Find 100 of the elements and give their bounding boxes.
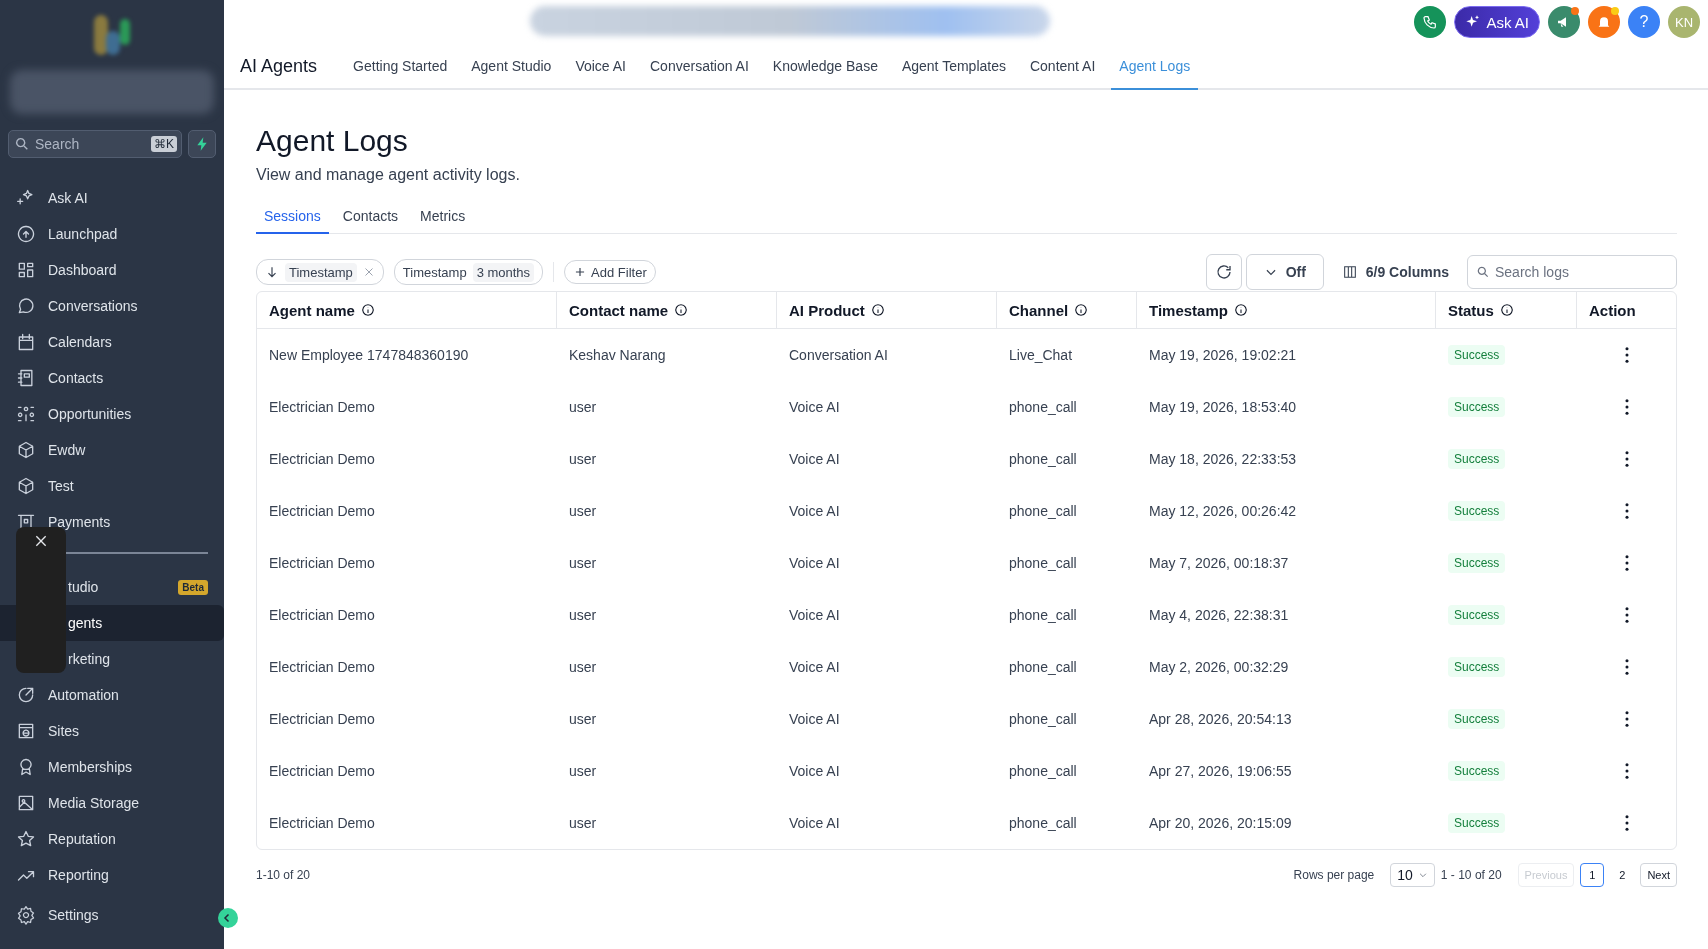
settings-item[interactable]: Settings: [0, 897, 202, 933]
column-header[interactable]: Timestamp: [1137, 292, 1436, 328]
timestamp-cell: May 19, 2026, 18:53:40: [1149, 399, 1297, 415]
sidebar-item[interactable]: rketing: [0, 641, 224, 677]
tab[interactable]: Metrics: [412, 202, 474, 234]
sidebar-item[interactable]: Calendars: [0, 324, 224, 360]
sidebar-item[interactable]: Test: [0, 468, 224, 504]
timestamp-cell: May 19, 2026, 19:02:21: [1149, 347, 1297, 363]
timestamp-cell: May 12, 2026, 00:26:42: [1149, 503, 1297, 519]
star-icon: [16, 829, 36, 849]
kebab-icon: [1623, 762, 1630, 780]
contact-name-cell: user: [569, 555, 597, 571]
sidebar-item[interactable]: Media Storage: [0, 785, 224, 821]
nav-tab[interactable]: Agent Logs: [1111, 44, 1199, 90]
column-header[interactable]: Status: [1436, 292, 1577, 328]
column-header[interactable]: AI Product: [777, 292, 997, 328]
notifications-button[interactable]: [1588, 6, 1620, 38]
sidebar-item[interactable]: Automation: [0, 677, 224, 713]
sort-chip[interactable]: Timestamp: [256, 259, 384, 285]
channel-cell: phone_call: [1009, 711, 1077, 727]
tab[interactable]: Contacts: [334, 202, 407, 234]
info-icon: [360, 303, 375, 317]
calendar-icon: [16, 332, 36, 352]
columns-icon: [1341, 264, 1358, 280]
kebab-icon: [1623, 606, 1630, 624]
bell-icon: [1596, 14, 1612, 30]
contact-book-icon: [16, 368, 36, 388]
nav-tab[interactable]: Conversation AI: [642, 44, 757, 90]
tab[interactable]: Sessions: [256, 202, 329, 234]
agent-name-cell: Electrician Demo: [269, 711, 375, 727]
ai-product-cell: Conversation AI: [789, 347, 888, 363]
sidebar-item[interactable]: Ask AI: [0, 180, 224, 216]
search-icon: [14, 136, 30, 152]
ai-product-cell: Voice AI: [789, 659, 840, 675]
notification-dot: [1611, 7, 1619, 15]
shortcut-key: ⌘K: [151, 136, 177, 152]
column-header[interactable]: Channel: [997, 292, 1137, 328]
column-header[interactable]: Action: [1577, 292, 1676, 328]
timestamp-cell: May 4, 2026, 22:38:31: [1149, 607, 1289, 623]
add-filter-button[interactable]: Add Filter: [564, 260, 656, 284]
sidebar-item[interactable]: Payments: [0, 504, 224, 540]
blurred-account-switcher[interactable]: [10, 70, 214, 114]
refresh-button[interactable]: [1205, 254, 1242, 290]
ask-ai-button[interactable]: Ask AI: [1454, 6, 1540, 38]
announcements-button[interactable]: [1548, 6, 1580, 38]
phone-icon: [1422, 14, 1439, 30]
close-icon[interactable]: [33, 533, 49, 549]
nav-tab[interactable]: Voice AI: [567, 44, 634, 90]
nav-tab[interactable]: Getting Started: [345, 44, 456, 90]
agent-name-cell: New Employee 1747848360190: [269, 347, 469, 363]
sidebar-item[interactable]: tudio Beta: [0, 569, 224, 605]
agent-name-cell: Electrician Demo: [269, 503, 375, 519]
nav-tab[interactable]: Agent Templates: [893, 44, 1014, 90]
agent-name-cell: Electrician Demo: [269, 815, 375, 831]
sidebar-item[interactable]: Memberships: [0, 749, 224, 785]
auto-refresh-dropdown[interactable]: Off: [1245, 254, 1324, 290]
collapse-button[interactable]: [218, 908, 238, 928]
nav-tab[interactable]: Knowledge Base: [764, 44, 886, 90]
timestamp-cell: May 18, 2026, 22:33:53: [1149, 451, 1297, 467]
column-header[interactable]: Agent name: [257, 292, 557, 328]
timestamp-cell: May 7, 2026, 00:18:37: [1149, 555, 1289, 571]
agent-name-cell: Electrician Demo: [269, 659, 375, 675]
status-badge: Success: [1448, 553, 1506, 573]
nav-tab[interactable]: Content AI: [1021, 44, 1104, 90]
sidebar-item[interactable]: Contacts: [0, 360, 224, 396]
timestamp-cell: Apr 27, 2026, 19:06:55: [1149, 763, 1292, 779]
ai-product-cell: Voice AI: [789, 763, 840, 779]
kebab-icon: [1623, 554, 1630, 572]
sidebar-item[interactable]: Sites: [0, 713, 224, 749]
next-button[interactable]: Next: [1640, 863, 1677, 887]
sidebar-item[interactable]: Ewdw: [0, 432, 224, 468]
status-badge: Success: [1448, 709, 1506, 729]
sidebar-item[interactable]: Reputation: [0, 821, 224, 857]
notification-dot: [1571, 7, 1579, 15]
page-button[interactable]: 1: [1580, 863, 1605, 887]
ai-product-cell: Voice AI: [789, 555, 840, 571]
cube-icon: [16, 476, 36, 496]
sidebar-item[interactable]: Launchpad: [0, 216, 224, 252]
phone-button[interactable]: [1414, 6, 1447, 38]
sidebar-item[interactable]: Conversations: [0, 288, 224, 324]
sidebar-item[interactable]: Dashboard: [0, 252, 224, 288]
contact-name-cell: user: [569, 659, 597, 675]
column-header[interactable]: Contact name: [557, 292, 777, 328]
rows-per-page-select[interactable]: 10: [1390, 863, 1435, 887]
kebab-icon: [1623, 346, 1630, 364]
app-title: AI Agents: [240, 54, 318, 78]
help-button[interactable]: ?: [1628, 6, 1660, 38]
status-badge: Success: [1448, 449, 1506, 469]
filter-chip[interactable]: Timestamp 3 months: [393, 259, 544, 285]
kebab-icon: [1623, 814, 1630, 832]
agent-name-cell: Electrician Demo: [269, 607, 375, 623]
sidebar-item[interactable]: Reporting: [0, 857, 224, 893]
status-badge: Success: [1448, 397, 1506, 417]
sidebar-item[interactable]: Opportunities: [0, 396, 224, 432]
arrow-down-icon: [265, 265, 279, 279]
channel-cell: phone_call: [1009, 451, 1077, 467]
image-icon: [16, 793, 36, 813]
ai-product-cell: Voice AI: [789, 399, 840, 415]
quick-action-button[interactable]: [188, 130, 216, 158]
nav-tab[interactable]: Agent Studio: [463, 44, 560, 90]
